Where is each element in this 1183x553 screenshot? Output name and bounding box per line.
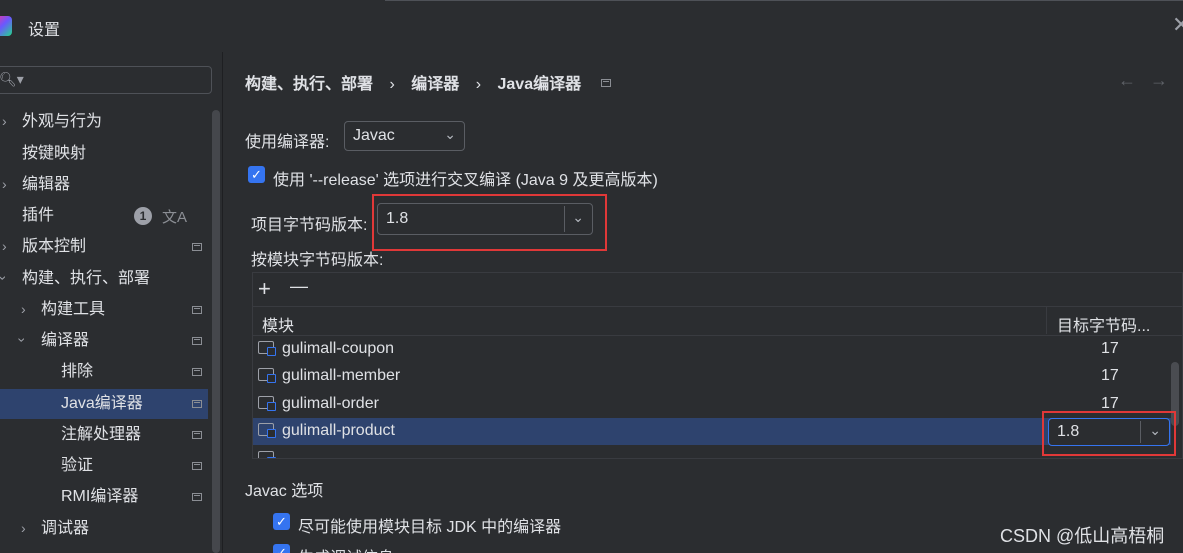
module-folder-icon bbox=[258, 396, 276, 411]
chevron-down-icon[interactable]: › bbox=[14, 338, 30, 343]
add-button[interactable]: + bbox=[258, 276, 271, 302]
sidebar-item-java-compiler[interactable]: Java编译器 bbox=[61, 389, 143, 419]
remove-button[interactable]: — bbox=[290, 276, 308, 297]
table-row-partial[interactable] bbox=[253, 446, 1171, 458]
use-module-jdk-checkbox[interactable]: ✓ bbox=[273, 513, 290, 530]
table-row[interactable]: gulimall-member 17 bbox=[253, 363, 1171, 390]
breadcrumb: 构建、执行、部署 › 编译器 › Java编译器 bbox=[245, 70, 589, 94]
table-header bbox=[253, 306, 1183, 336]
breadcrumb-item[interactable]: 构建、执行、部署 bbox=[245, 76, 373, 93]
module-name: gulimall-order bbox=[282, 395, 379, 412]
compiler-dropdown[interactable]: Javac ⌄ bbox=[344, 121, 465, 151]
title-bar bbox=[0, 0, 1183, 52]
column-header-target[interactable]: 目标字节码... bbox=[1057, 312, 1150, 336]
project-settings-icon bbox=[192, 462, 202, 470]
per-module-label: 按模块字节码版本: bbox=[251, 252, 384, 269]
javac-options-section-title: Javac 选项 bbox=[245, 483, 324, 500]
highlight-box bbox=[372, 194, 607, 251]
sidebar-item-keymap[interactable]: 按键映射 bbox=[22, 139, 86, 169]
module-name: gulimall-member bbox=[282, 367, 401, 384]
sidebar-item-build[interactable]: 构建、执行、部署 bbox=[22, 264, 150, 294]
generate-debug-info-label: 生成调试信息 bbox=[298, 544, 394, 553]
generate-debug-info-checkbox[interactable]: ✓ bbox=[273, 544, 290, 553]
release-option-label: 使用 '--release' 选项进行交叉编译 (Java 9 及更高版本) bbox=[273, 172, 658, 189]
module-folder-icon bbox=[258, 423, 276, 438]
chevron-right-icon[interactable]: › bbox=[2, 238, 7, 254]
compiler-label: 使用编译器: bbox=[245, 134, 330, 151]
forward-arrow-icon[interactable]: → bbox=[1150, 70, 1182, 90]
sidebar-item-plugins[interactable]: 插件 bbox=[22, 201, 54, 231]
compiler-value: Javac bbox=[353, 127, 395, 144]
sidebar-item-annotation-processors[interactable]: 注解处理器 bbox=[61, 420, 141, 450]
module-name: gulimall-product bbox=[282, 422, 395, 439]
project-settings-icon bbox=[192, 493, 202, 501]
table-row[interactable]: gulimall-coupon 17 bbox=[253, 336, 1171, 363]
sidebar-scrollbar[interactable] bbox=[212, 110, 220, 553]
checkbox-box: ✓ bbox=[273, 544, 290, 553]
search-icon: 🔍︎▾ bbox=[0, 71, 24, 87]
module-name: gulimall-coupon bbox=[282, 340, 395, 357]
window-title: 设置 bbox=[28, 22, 61, 39]
chevron-right-icon[interactable]: › bbox=[21, 301, 26, 317]
breadcrumb-current: Java编译器 bbox=[497, 76, 582, 93]
module-folder-icon bbox=[258, 368, 276, 383]
sidebar-item-debugger[interactable]: 调试器 bbox=[41, 514, 89, 544]
breadcrumb-separator: › bbox=[389, 76, 395, 93]
chevron-down-icon[interactable]: › bbox=[0, 276, 11, 281]
sidebar-item-vcs[interactable]: 版本控制 bbox=[22, 232, 86, 262]
sidebar-item-rmi-compiler[interactable]: RMI编译器 bbox=[61, 482, 138, 512]
close-icon[interactable]: ✕ bbox=[1172, 12, 1183, 38]
chevron-right-icon[interactable]: › bbox=[21, 520, 26, 536]
sidebar-item-build-tools[interactable]: 构建工具 bbox=[41, 295, 105, 325]
project-settings-icon bbox=[192, 337, 202, 345]
module-folder-icon bbox=[258, 341, 276, 356]
project-settings-icon bbox=[601, 79, 611, 87]
module-folder-icon bbox=[258, 451, 276, 458]
generate-debug-info-wrapper: 生成调试信息 bbox=[298, 544, 394, 553]
use-module-jdk-label: 尽可能使用模块目标 JDK 中的编译器 bbox=[298, 519, 562, 536]
back-arrow-icon[interactable]: ← bbox=[1118, 70, 1150, 90]
release-checkbox[interactable]: ✓ bbox=[248, 166, 265, 183]
app-logo-icon bbox=[0, 16, 12, 36]
divider bbox=[222, 52, 223, 553]
project-settings-icon bbox=[192, 431, 202, 439]
chevron-right-icon[interactable]: › bbox=[2, 113, 7, 129]
project-settings-icon bbox=[192, 368, 202, 376]
column-separator[interactable] bbox=[1046, 306, 1047, 334]
table-row-selected[interactable]: gulimall-product bbox=[253, 418, 1171, 445]
sidebar-item-excludes[interactable]: 排除 bbox=[61, 357, 93, 387]
search-input[interactable]: 🔍︎▾ bbox=[0, 66, 212, 94]
sidebar-item-appearance[interactable]: 外观与行为 bbox=[22, 107, 102, 137]
column-header-module[interactable]: 模块 bbox=[262, 312, 294, 336]
chevron-down-icon: ⌄ bbox=[444, 126, 456, 142]
sidebar-item-validation[interactable]: 验证 bbox=[61, 451, 93, 481]
table-row[interactable]: gulimall-order 17 bbox=[253, 391, 1171, 418]
project-settings-icon bbox=[192, 306, 202, 314]
project-settings-icon bbox=[192, 243, 202, 251]
project-bytecode-label: 项目字节码版本: bbox=[251, 217, 368, 234]
sidebar-item-editor[interactable]: 编辑器 bbox=[22, 170, 70, 200]
chevron-right-icon[interactable]: › bbox=[2, 176, 7, 192]
translate-icon: 文A bbox=[162, 209, 188, 226]
highlight-box bbox=[1042, 411, 1176, 456]
divider bbox=[385, 0, 1183, 1]
sidebar-item-compiler[interactable]: 编译器 bbox=[41, 326, 89, 356]
breadcrumb-separator: › bbox=[475, 76, 482, 93]
plugins-count-badge: 1 bbox=[134, 207, 152, 225]
project-settings-icon bbox=[192, 400, 202, 408]
history-arrows: ←→ bbox=[1118, 70, 1182, 91]
breadcrumb-item[interactable]: 编译器 bbox=[411, 76, 459, 93]
watermark: CSDN @低山高梧桐 bbox=[1000, 526, 1165, 546]
module-target-version[interactable]: 17 bbox=[1101, 340, 1119, 358]
module-target-version[interactable]: 17 bbox=[1101, 367, 1119, 385]
